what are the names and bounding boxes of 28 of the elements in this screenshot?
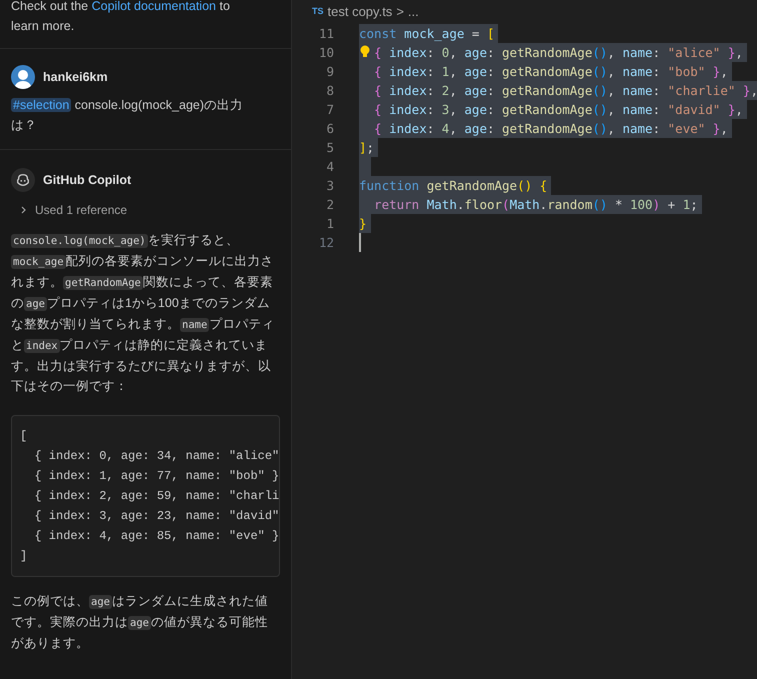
answer-paragraph: この例では、 age はランダムに生成された値です。実際の出力は age の値が異なる可能性があります。 xyxy=(11,593,269,652)
line-number: 7 xyxy=(325,101,334,119)
line-number: 8 xyxy=(325,82,334,100)
answer-paragraph: console.log(mock_age) を実行すると、 mock_age 配列の各要素がコンソールに出力されます。 getRandomAge 関数によって、各要素の age プロパティは1から100までのランダムな整数が割り当てられます。 name プロパティと index プロパティは静的に定義されています。出力は実行するたびに異なりますが、以下はその一例です： xyxy=(11,232,276,395)
line-number: 2 xyxy=(325,196,334,214)
line-number: 1 xyxy=(325,215,334,233)
line-number: 4 xyxy=(325,158,334,176)
line-number: 6 xyxy=(325,120,334,138)
code-block: [ { index: 0, age: 34, name: "alice" { index: 1, age: 77, name: "bob" } { index: 2, age: 59, name: "charli { index: 3, age: 23, name: "david" { index: 4, age: 85, name: "eve" } ] xyxy=(11,415,280,577)
line-number: 3 xyxy=(325,177,334,195)
breadcrumb-file[interactable]: test copy.ts xyxy=(328,2,392,22)
line-number: 11 xyxy=(318,25,334,43)
user-avatar xyxy=(11,65,35,89)
line-number: 12 xyxy=(318,234,334,252)
assistant-name: GitHub Copilot xyxy=(43,172,132,189)
lightbulb-icon[interactable] xyxy=(359,45,371,59)
references-toggle[interactable]: Used 1 reference xyxy=(19,200,128,220)
intro-text: Check out the Copilot documentation to learn more. xyxy=(11,0,231,35)
line-number: 5 xyxy=(325,139,334,157)
copilot-avatar xyxy=(11,168,35,192)
question-text: #selection console.log(mock_age)の出力は？ xyxy=(11,97,244,134)
line-number: 10 xyxy=(318,44,334,62)
breadcrumb-separator: > xyxy=(396,3,404,22)
documentation-link[interactable]: Copilot documentation xyxy=(92,0,216,13)
breadcrumb-symbol[interactable]: ... xyxy=(408,2,419,22)
user-name: hankei6km xyxy=(43,69,108,86)
line-number: 9 xyxy=(325,63,334,81)
typescript-icon: TS xyxy=(312,5,324,19)
